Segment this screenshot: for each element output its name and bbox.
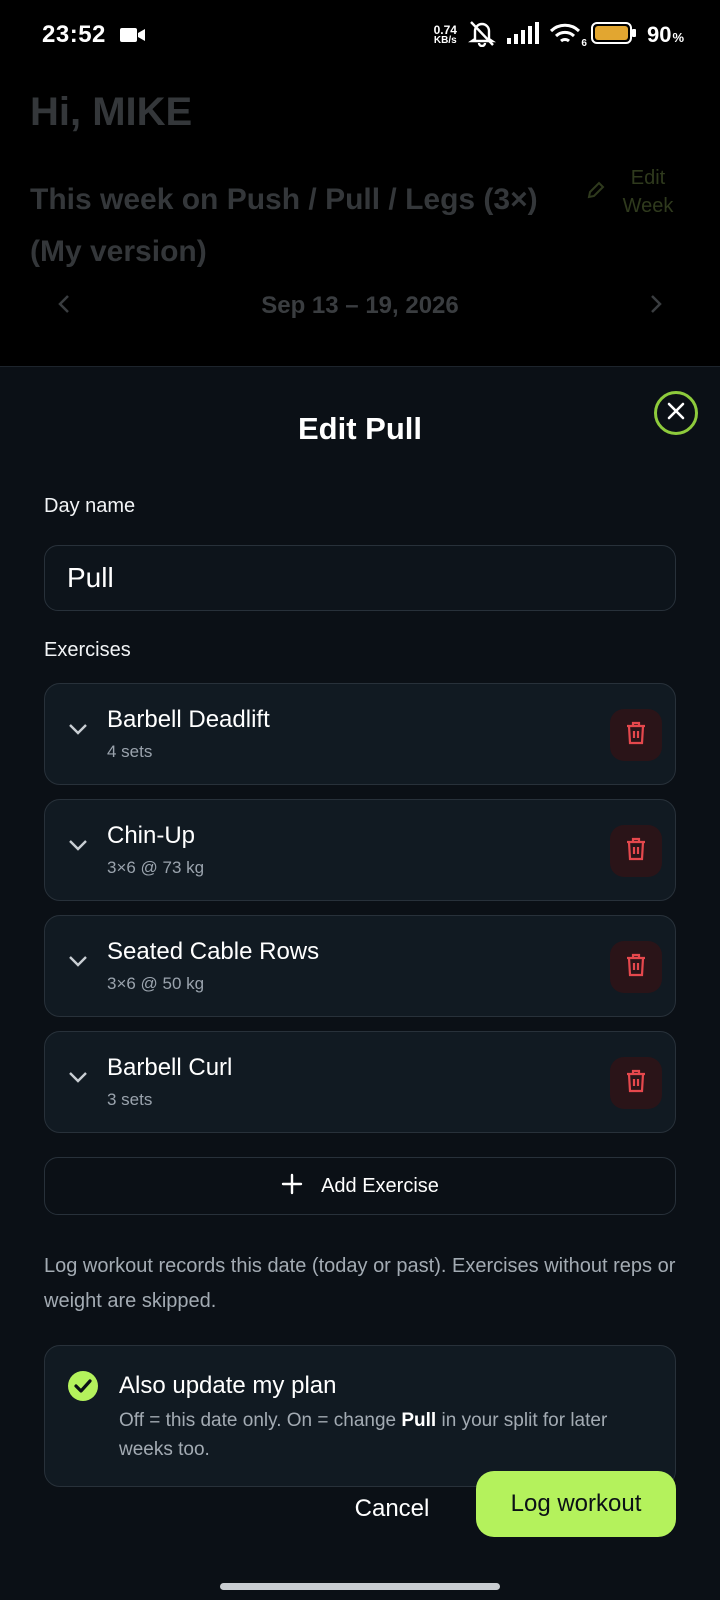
exercise-card[interactable]: Barbell Curl 3 sets (44, 1031, 676, 1133)
update-plan-description: Off = this date only. On = change Pull i… (119, 1406, 649, 1464)
log-workout-button[interactable]: Log workout (476, 1471, 676, 1537)
exercise-detail: 4 sets (107, 742, 153, 761)
video-camera-icon (119, 26, 146, 44)
net-speed-unit: KB/s (433, 35, 457, 46)
exercise-card[interactable]: Chin-Up 3×6 @ 73 kg (44, 799, 676, 901)
trash-icon (625, 952, 647, 983)
update-plan-title: Also update my plan (119, 1372, 337, 1399)
exercise-card[interactable]: Barbell Deadlift 4 sets (44, 683, 676, 785)
wifi-badge: 6 (581, 38, 587, 49)
exercise-card[interactable]: Seated Cable Rows 3×6 @ 50 kg (44, 915, 676, 1017)
week-nav: Sep 13 – 19, 2026 (0, 286, 720, 326)
plus-icon (281, 1173, 303, 1200)
signal-icon (506, 21, 539, 49)
battery-percent-value: 90 (646, 22, 672, 47)
pencil-icon (586, 180, 606, 205)
battery-percent-unit: % (672, 30, 684, 45)
exercises-label: Exercises (44, 639, 131, 661)
exercise-name: Barbell Deadlift (107, 706, 270, 733)
chevron-down-icon[interactable] (67, 838, 89, 857)
exercise-name: Barbell Curl (107, 1054, 233, 1081)
exercise-detail: 3 sets (107, 1090, 153, 1109)
plan-desc-bold: Pull (401, 1410, 437, 1431)
sheet-title: Edit Pull (298, 411, 422, 446)
trash-icon (625, 836, 647, 867)
trash-icon (625, 720, 647, 751)
status-bar: 23:52 0.74 KB/s 6 90% (0, 0, 720, 70)
edit-week-button: Edit Week (586, 164, 678, 220)
muted-bell-icon (467, 19, 497, 52)
log-help-text: Log workout records this date (today or … (44, 1255, 676, 1312)
chevron-down-icon[interactable] (67, 1070, 89, 1089)
wifi-icon: 6 (549, 23, 587, 49)
chevron-down-icon[interactable] (67, 722, 89, 741)
exercise-detail: 3×6 @ 50 kg (107, 974, 205, 993)
day-name-input[interactable]: Pull (44, 545, 676, 611)
greeting: Hi, MIKE (30, 90, 193, 134)
net-speed: 0.74 KB/s (434, 24, 457, 46)
home-indicator[interactable] (220, 1583, 500, 1590)
exercise-name: Seated Cable Rows (107, 938, 320, 965)
edit-day-sheet: Edit Pull Day name Pull Exercises Barbel… (0, 366, 720, 1600)
day-name-value: Pull (67, 562, 114, 593)
week-range: Sep 13 – 19, 2026 (261, 292, 459, 319)
screen: 23:52 0.74 KB/s 6 90% Hi, MIKE This week… (0, 0, 720, 1600)
add-exercise-label: Add Exercise (321, 1174, 439, 1197)
battery-percent: 90% (647, 22, 684, 48)
update-plan-toggle[interactable]: Also update my plan Off = this date only… (44, 1345, 676, 1487)
status-icons: 0.74 KB/s 6 90% (434, 19, 684, 52)
cancel-button[interactable]: Cancel (336, 1479, 448, 1539)
day-name-label: Day name (44, 495, 136, 517)
edit-week-label: Edit Week (622, 167, 674, 217)
week-title: This week on Push / Pull / Legs (3×) (My… (30, 183, 538, 268)
exercise-detail: 3×6 @ 73 kg (107, 858, 205, 877)
trash-icon (625, 1068, 647, 1099)
delete-exercise-button[interactable] (610, 825, 662, 877)
add-exercise-button[interactable]: Add Exercise (44, 1157, 676, 1215)
background-page: Hi, MIKE This week on Push / Pull / Legs… (0, 70, 720, 366)
plan-desc-prefix: Off = this date only. On = change (119, 1410, 402, 1431)
delete-exercise-button[interactable] (610, 1057, 662, 1109)
check-circle-icon[interactable] (67, 1370, 99, 1407)
status-time: 23:52 (42, 21, 106, 48)
battery-icon (590, 21, 637, 50)
chevron-right-icon (648, 293, 664, 320)
delete-exercise-button[interactable] (610, 941, 662, 993)
delete-exercise-button[interactable] (610, 709, 662, 761)
chevron-left-icon (56, 293, 72, 320)
chevron-down-icon[interactable] (67, 954, 89, 973)
exercise-name: Chin-Up (107, 822, 196, 849)
